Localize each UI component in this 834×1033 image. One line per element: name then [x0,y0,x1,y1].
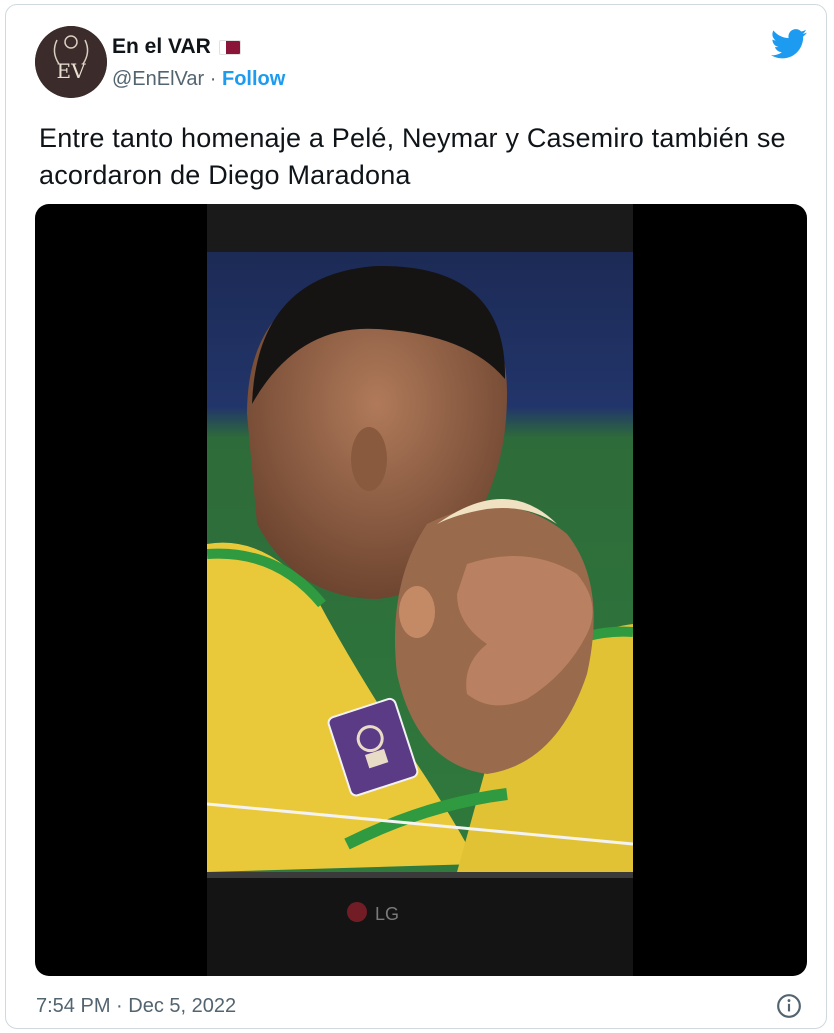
video-still: LG [207,204,633,976]
display-name-row[interactable]: En el VAR [112,35,241,59]
tv-brand-label: LG [375,904,399,924]
video-frame[interactable]: LG [207,204,633,976]
display-name[interactable]: En el VAR [112,35,211,59]
qatar-flag-icon [218,39,241,55]
tweet-timestamp[interactable]: 7:54 PM · Dec 5, 2022 [36,995,236,1018]
tweet-card: EV En el VAR @EnElVar · Follow Entre tan… [5,4,827,1029]
tweet-video[interactable]: LG [35,204,807,976]
user-handle[interactable]: @EnElVar [112,68,204,90]
tweet-text: Entre tanto homenaje a Pelé, Neymar y Ca… [39,123,786,190]
info-icon[interactable] [776,993,802,1019]
twitter-bird-icon[interactable] [771,29,808,59]
avatar-monogram: EV [56,59,86,83]
separator: · [209,68,217,90]
avatar[interactable]: EV [35,26,107,98]
handle-row: @EnElVar · Follow [112,68,285,91]
avatar-logo: EV [35,26,107,98]
follow-button[interactable]: Follow [222,68,285,90]
